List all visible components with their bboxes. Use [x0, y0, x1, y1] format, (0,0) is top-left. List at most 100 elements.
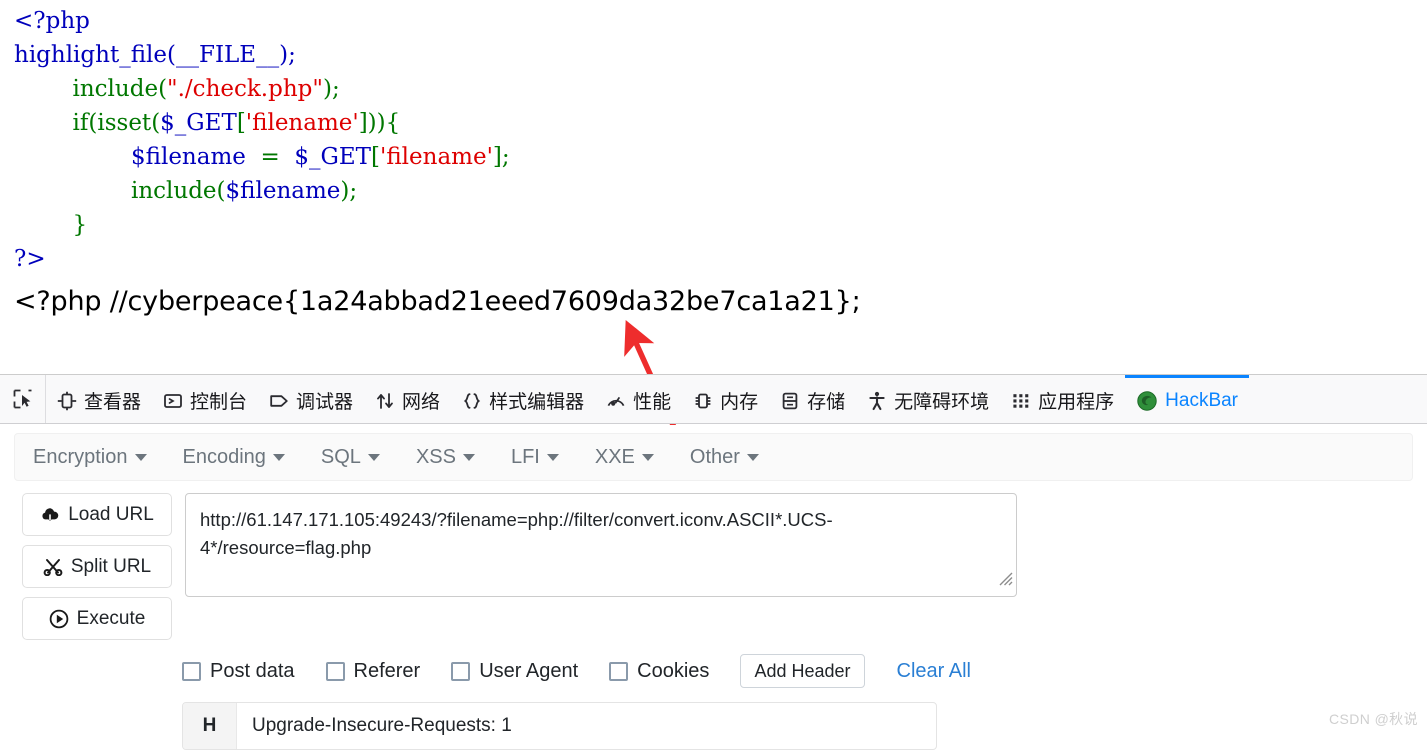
csdn-watermark: CSDN @秋说 [1329, 711, 1418, 727]
chevron-down-icon [134, 453, 147, 461]
tab-inspector[interactable]: 查看器 [46, 375, 152, 423]
play-circle-icon [49, 609, 69, 629]
header-list: H Upgrade-Insecure-Requests: 1 [0, 702, 1427, 750]
code-token: ( [151, 110, 161, 136]
tab-memory[interactable]: 内存 [682, 375, 769, 423]
tab-accessibility[interactable]: 无障碍环境 [856, 375, 1000, 423]
load-url-button[interactable]: Load URL [22, 493, 172, 536]
code-line: ?> [14, 242, 1427, 276]
menu-lfi[interactable]: LFI [511, 446, 559, 469]
resize-handle-icon[interactable] [996, 566, 1013, 594]
menu-label: SQL [320, 445, 361, 468]
code-token: ( [216, 178, 226, 204]
code-line: highlight_file(__FILE__); [14, 38, 1427, 72]
storage-icon [780, 391, 800, 411]
tab-hackbar[interactable]: HackBar [1125, 375, 1250, 423]
menu-xss[interactable]: XSS [416, 446, 475, 469]
tab-debugger[interactable]: 调试器 [258, 375, 364, 423]
checkbox-referer[interactable]: Referer [325, 659, 421, 683]
button-label: Execute [76, 607, 146, 629]
code-token: 'filename' [245, 110, 359, 136]
tab-performance[interactable]: 性能 [595, 375, 682, 423]
checkbox-post-data[interactable]: Post data [182, 660, 295, 683]
code-token: [ [371, 144, 381, 170]
checkbox-box [609, 661, 629, 681]
tab-style-editor[interactable]: 样式编辑器 [451, 375, 595, 423]
tab-console[interactable]: 控制台 [152, 375, 258, 423]
add-header-button[interactable]: Add Header [740, 654, 865, 688]
performance-icon [606, 391, 626, 411]
menu-label: Encoding [182, 445, 266, 468]
network-icon [375, 391, 395, 411]
menu-other[interactable]: Other [690, 446, 759, 469]
php-source-output: <?php highlight_file(__FILE__); include("… [0, 0, 1427, 372]
code-token: $filename [225, 178, 341, 204]
menu-encryption[interactable]: Encryption [33, 446, 147, 469]
code-line: } [14, 208, 1427, 242]
menu-label: Other [689, 445, 740, 468]
checkbox-box [325, 661, 345, 681]
flag-text: <?php //cyberpeace{1a24abbad21eeed7609da… [14, 286, 861, 317]
url-input[interactable]: http://61.147.171.105:49243/?filename=ph… [185, 493, 1017, 597]
tab-label: 性能 [633, 392, 672, 413]
code-token: $filename [130, 144, 246, 170]
tab-application[interactable]: 应用程序 [1000, 375, 1125, 423]
console-icon [163, 391, 183, 411]
code-token: ( [88, 110, 98, 136]
checkbox-box [182, 661, 201, 681]
chevron-down-icon [641, 453, 654, 461]
checkbox-box [451, 661, 471, 681]
code-token: = [245, 144, 295, 170]
code-token: ?> [14, 246, 46, 272]
execute-button[interactable]: Execute [22, 597, 172, 640]
tab-label: 样式编辑器 [489, 392, 585, 413]
code-token: (__FILE__); [167, 42, 296, 68]
hackbar-panel: Encryption Encoding SQL XSS LFI XXE Othe… [0, 425, 1427, 750]
tab-label: HackBar [1165, 389, 1239, 411]
menu-encoding[interactable]: Encoding [183, 446, 285, 469]
chevron-down-icon [462, 453, 475, 461]
menu-xxe[interactable]: XXE [595, 446, 654, 469]
tab-network[interactable]: 网络 [364, 375, 451, 423]
code-token: if [72, 110, 89, 136]
code-line: if(isset($_GET['filename'])){ [14, 106, 1427, 140]
clear-all-link[interactable]: Clear All [897, 660, 971, 683]
code-token: highlight_file [14, 42, 168, 68]
code-token: } [72, 212, 88, 238]
element-picker-icon [12, 388, 34, 410]
inspector-icon [57, 391, 77, 411]
code-token: ]; [492, 144, 510, 170]
menu-label: LFI [510, 445, 540, 468]
checkbox-label: Cookies [637, 659, 710, 682]
code-token: include [130, 178, 217, 204]
tab-label: 控制台 [190, 392, 248, 413]
split-url-button[interactable]: Split URL [22, 545, 172, 588]
chevron-down-icon [546, 453, 559, 461]
checkbox-label: Referer [353, 659, 421, 682]
button-label: Load URL [68, 503, 154, 525]
menu-label: XSS [415, 445, 456, 468]
checkbox-cookies[interactable]: Cookies [609, 660, 709, 683]
element-picker-button[interactable] [0, 375, 46, 423]
header-value-input[interactable]: Upgrade-Insecure-Requests: 1 [237, 703, 936, 749]
code-token: include [72, 76, 159, 102]
checkbox-user-agent[interactable]: User Agent [451, 660, 578, 683]
header-row[interactable]: H Upgrade-Insecure-Requests: 1 [182, 702, 937, 750]
tab-storage[interactable]: 存储 [769, 375, 856, 423]
php-highlighted-code: <?php highlight_file(__FILE__); include("… [0, 0, 1427, 276]
cloud-download-icon [40, 506, 60, 524]
menu-sql[interactable]: SQL [321, 446, 380, 469]
tab-label: 存储 [807, 392, 846, 413]
tab-label: 应用程序 [1038, 392, 1115, 413]
hackbar-body: Load URL Split URL Execute http://61.147… [0, 481, 1427, 640]
accessibility-icon [867, 391, 887, 411]
code-token: [ [236, 110, 246, 136]
hackbar-menubar: Encryption Encoding SQL XSS LFI XXE Othe… [14, 433, 1413, 481]
code-token: $_GET [160, 110, 237, 136]
button-label: Split URL [70, 555, 152, 577]
code-token: ])){ [358, 110, 401, 136]
tab-label: 网络 [402, 392, 441, 413]
